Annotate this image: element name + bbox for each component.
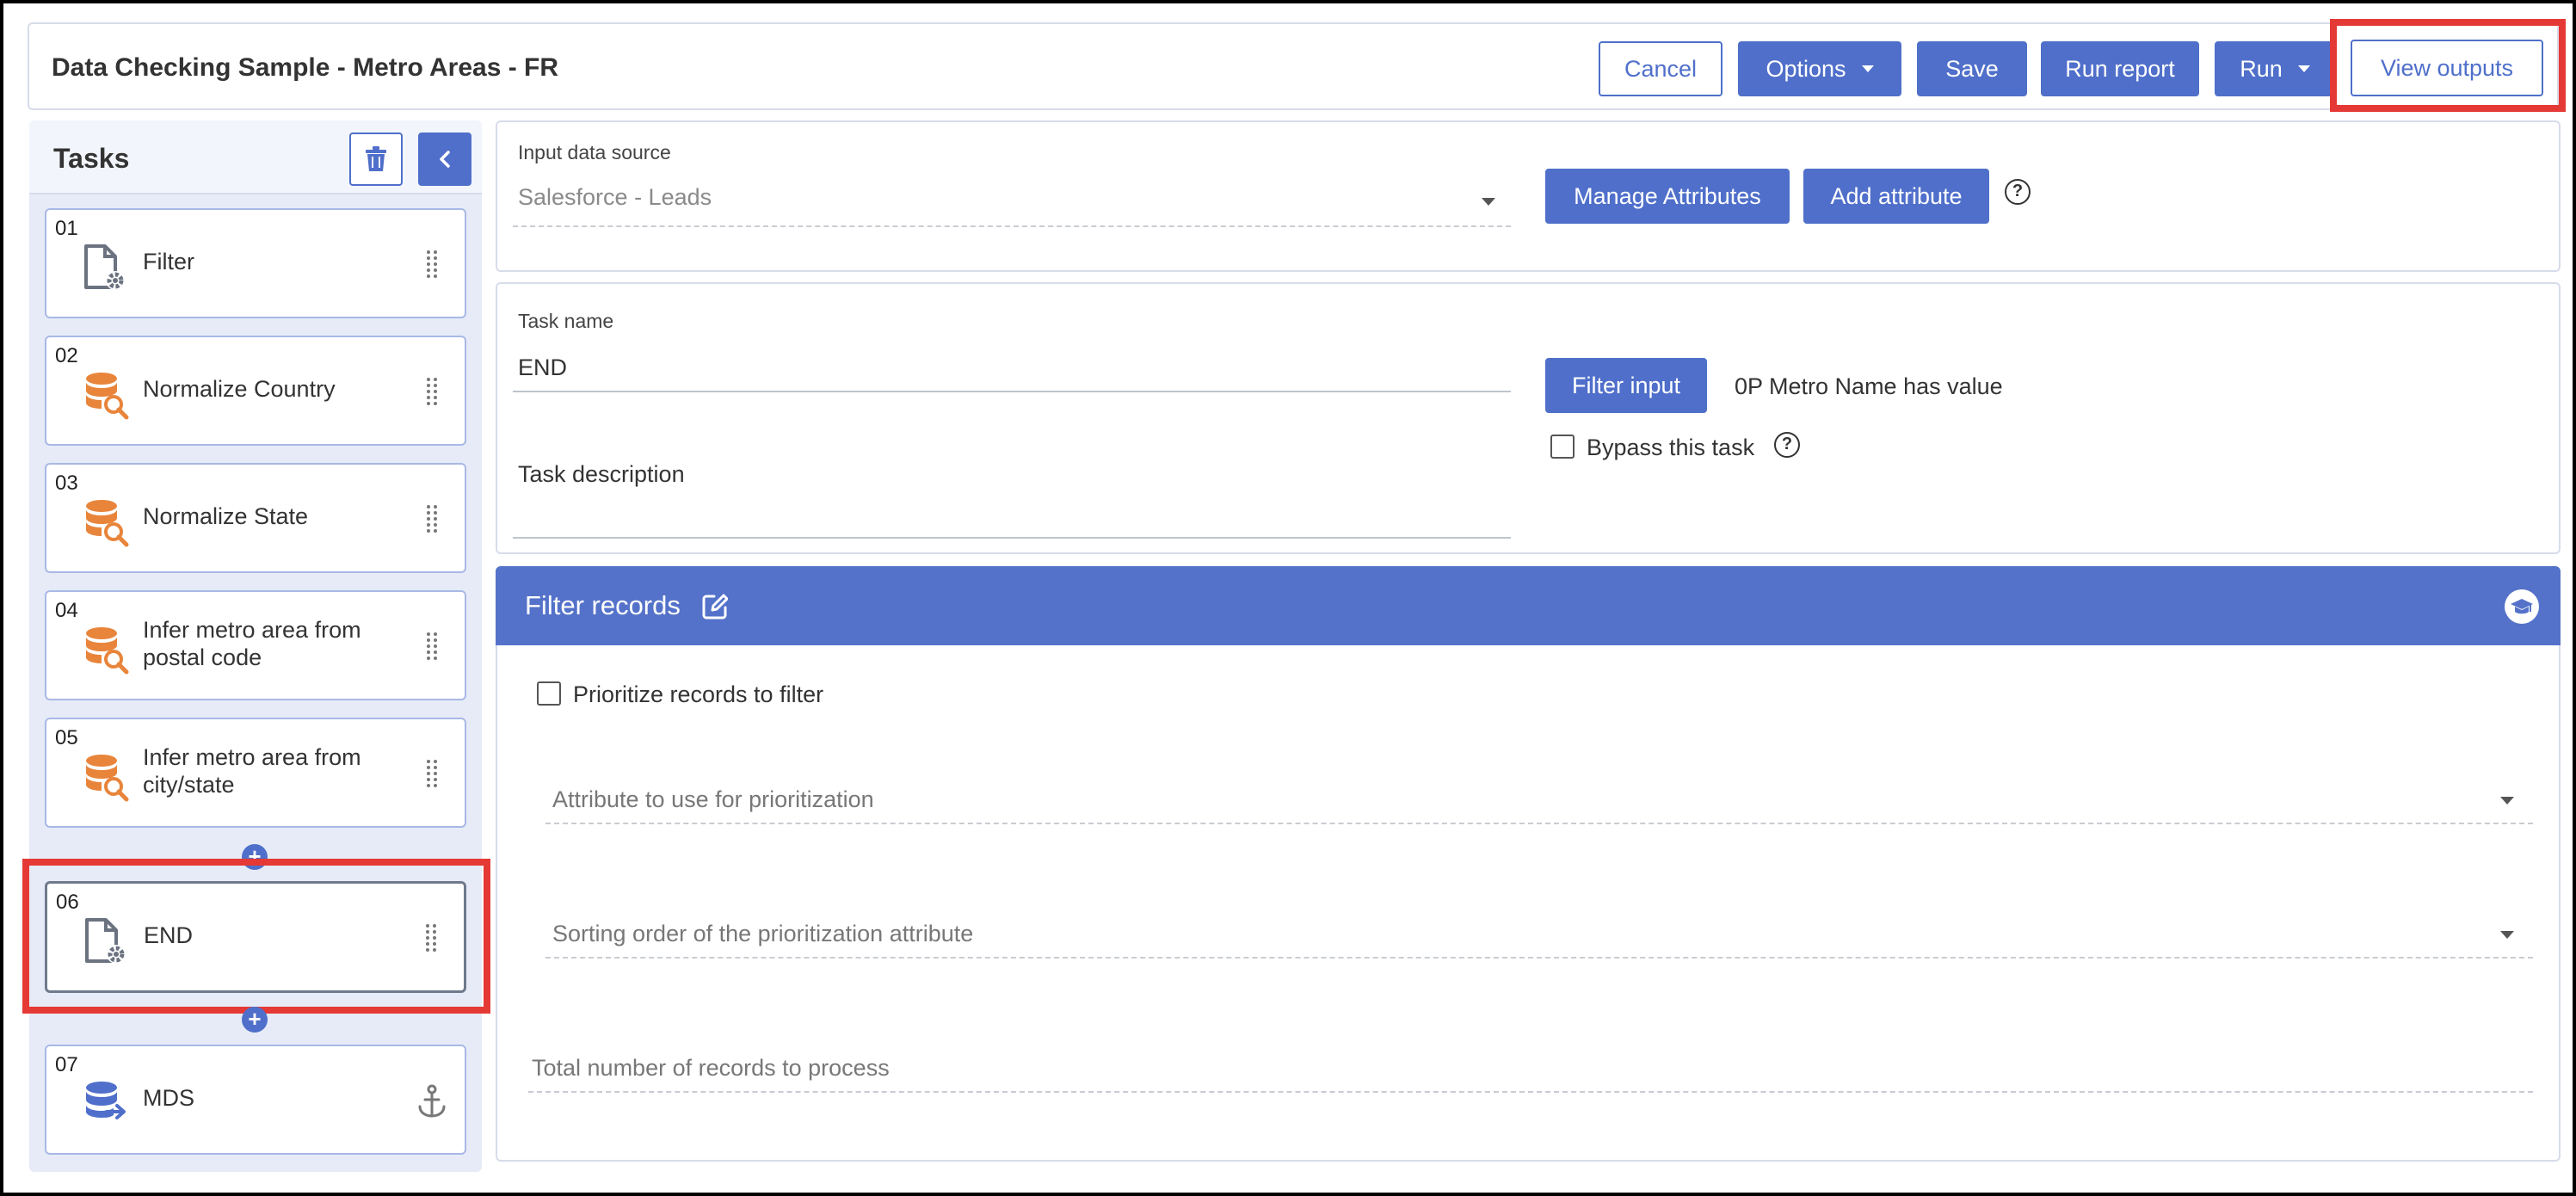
chevron-down-icon: [2297, 65, 2310, 72]
task-label: Normalize Country: [143, 376, 336, 402]
file-gear-icon: [84, 244, 125, 290]
anchor-icon: [418, 1084, 446, 1118]
save-button[interactable]: Save: [1917, 41, 2027, 96]
chevron-down-icon: [1861, 65, 1874, 72]
chevron-down-icon: [2500, 797, 2514, 805]
task-description-label: Task description: [518, 461, 685, 487]
page-title: Data Checking Sample - Metro Areas - FR: [52, 53, 559, 82]
file-gear-icon: [85, 918, 126, 964]
task-label: Normalize State: [143, 503, 309, 529]
collapse-sidebar-button[interactable]: [418, 133, 471, 186]
task-number: 07: [55, 1053, 78, 1076]
chevron-down-icon: [2500, 931, 2514, 939]
task-label: Filter: [143, 249, 194, 274]
chevron-left-icon: [440, 151, 450, 168]
task-label: MDS: [143, 1085, 194, 1111]
task-number: 05: [55, 726, 78, 749]
task-number: 03: [55, 472, 78, 495]
task-item-normalize-state[interactable]: 03 Normalize State: [45, 463, 466, 573]
sorting-order-select[interactable]: Sorting order of the prioritization attr…: [552, 921, 973, 947]
task-label: END: [144, 922, 194, 948]
filter-input-button[interactable]: Filter input: [1545, 358, 1707, 413]
task-number: 01: [55, 217, 78, 240]
prioritize-checkbox[interactable]: [537, 681, 561, 706]
delete-task-button[interactable]: [349, 133, 403, 186]
database-search-icon: [86, 373, 129, 420]
database-export-icon: [86, 1082, 126, 1119]
drag-handle-icon[interactable]: [425, 504, 439, 535]
database-search-icon: [86, 755, 129, 802]
run-button-label: Run: [2240, 55, 2283, 82]
drag-handle-icon[interactable]: [425, 632, 439, 663]
drag-handle-icon[interactable]: [425, 759, 439, 790]
sorting-underline: [545, 957, 2533, 959]
edit-icon[interactable]: [702, 594, 728, 620]
sidebar-title: Tasks: [53, 143, 130, 174]
task-label: Infer metro area from city/state: [143, 744, 361, 798]
add-task-button[interactable]: +: [242, 844, 268, 870]
drag-handle-icon[interactable]: [424, 923, 438, 954]
database-search-icon: [86, 627, 129, 675]
task-name-input[interactable]: END: [518, 354, 567, 381]
filter-records-header: Filter records: [496, 566, 2561, 645]
drag-handle-icon[interactable]: [425, 250, 439, 281]
task-name-label: Task name: [518, 310, 614, 332]
add-task-button[interactable]: +: [242, 1007, 268, 1033]
total-records-underline: [528, 1091, 2533, 1093]
task-description-underline[interactable]: [513, 537, 1511, 539]
database-search-icon: [86, 500, 129, 547]
attribute-underline: [545, 823, 2533, 824]
task-item-infer-postal[interactable]: 04 Infer metro area from postal code: [45, 590, 466, 700]
task-item-normalize-country[interactable]: 02 Normalize Country: [45, 336, 466, 446]
input-source-label: Input data source: [518, 141, 671, 163]
task-number: 04: [55, 599, 78, 622]
manage-attributes-button[interactable]: Manage Attributes: [1545, 169, 1790, 224]
input-source-panel: [496, 120, 2561, 272]
drag-handle-icon[interactable]: [425, 377, 439, 408]
task-number: 06: [56, 891, 79, 914]
total-records-input[interactable]: Total number of records to process: [532, 1055, 890, 1082]
run-button[interactable]: Run: [2215, 41, 2335, 96]
filter-records-title: Filter records: [525, 590, 681, 620]
bypass-task-checkbox[interactable]: [1550, 435, 1575, 459]
input-source-select[interactable]: Salesforce - Leads: [518, 184, 712, 211]
help-icon[interactable]: ?: [2005, 179, 2031, 205]
bypass-task-label: Bypass this task: [1587, 435, 1755, 460]
task-details-panel: [496, 282, 2561, 554]
view-outputs-button[interactable]: View outputs: [2351, 40, 2543, 96]
sidebar-header: Tasks: [29, 120, 482, 194]
options-button[interactable]: Options: [1738, 41, 1901, 96]
options-button-label: Options: [1766, 55, 1846, 82]
task-item-mds[interactable]: 07 MDS: [45, 1045, 466, 1155]
filter-records-body: [496, 645, 2561, 1162]
run-report-button[interactable]: Run report: [2041, 41, 2199, 96]
trash-icon: [366, 146, 386, 171]
prioritize-label: Prioritize records to filter: [573, 681, 824, 707]
task-name-underline: [513, 391, 1511, 392]
cancel-button[interactable]: Cancel: [1599, 41, 1722, 96]
input-source-underline: [513, 225, 1511, 227]
task-item-filter[interactable]: 01 Filter: [45, 208, 466, 318]
task-item-end[interactable]: 06 END: [45, 881, 466, 993]
task-label: Infer metro area from postal code: [143, 617, 361, 670]
help-icon[interactable]: ?: [1774, 432, 1800, 458]
filter-input-value: 0P Metro Name has value: [1735, 373, 2003, 399]
chevron-down-icon: [1482, 198, 1495, 206]
graduation-cap-icon[interactable]: [2504, 589, 2540, 625]
task-item-infer-city-state[interactable]: 05 Infer metro area from city/state: [45, 718, 466, 828]
add-attribute-button[interactable]: Add attribute: [1803, 169, 1989, 224]
attribute-prioritization-select[interactable]: Attribute to use for prioritization: [552, 786, 874, 813]
task-number: 02: [55, 344, 78, 367]
